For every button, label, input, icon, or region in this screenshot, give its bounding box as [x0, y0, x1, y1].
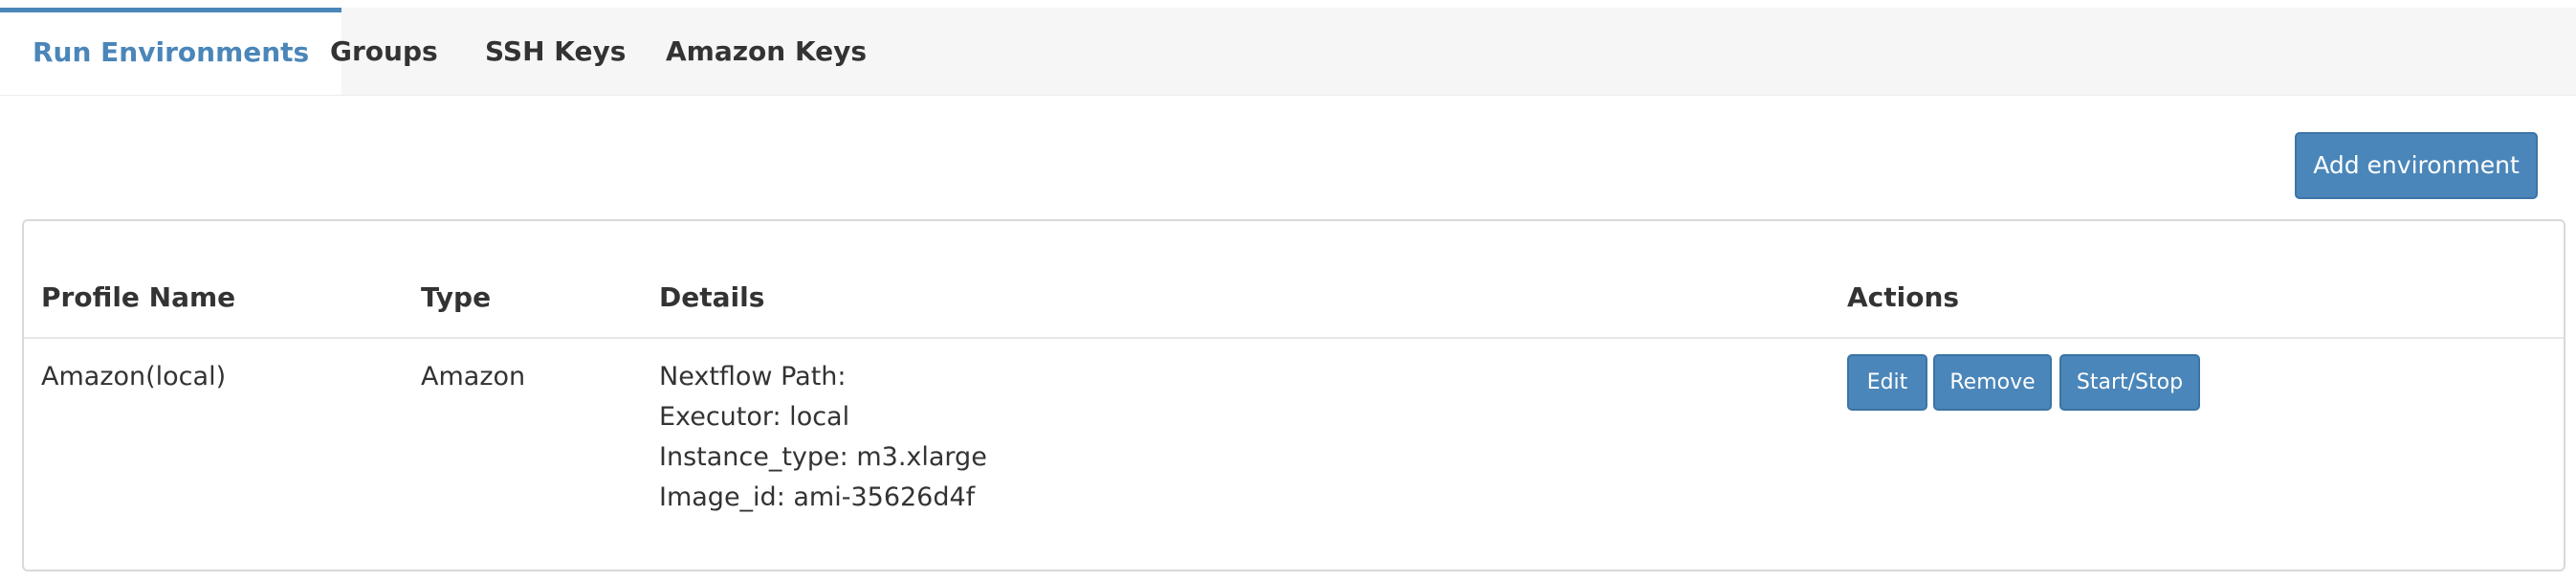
- start-stop-button[interactable]: Start/Stop: [2059, 354, 2200, 411]
- tab-groups[interactable]: Groups: [297, 8, 471, 95]
- edit-button[interactable]: Edit: [1847, 354, 1927, 411]
- tab-ssh-keys[interactable]: SSH Keys: [452, 8, 658, 95]
- remove-button[interactable]: Remove: [1933, 354, 2052, 411]
- profile-name-cell: Amazon(local): [41, 362, 227, 392]
- column-header-profile-name: Profile Name: [41, 281, 236, 313]
- add-environment-button[interactable]: Add environment: [2295, 132, 2538, 199]
- environments-panel: Profile Name Type Details Actions Amazon…: [22, 219, 2565, 571]
- tab-bar: Run Environments Groups SSH Keys Amazon …: [0, 8, 2576, 96]
- header-divider: [24, 337, 2564, 339]
- details-executor: Executor: local: [659, 402, 850, 432]
- tab-amazon-keys[interactable]: Amazon Keys: [633, 8, 899, 95]
- details-instance-type: Instance_type: m3.xlarge: [659, 442, 987, 472]
- details-image-id: Image_id: ami-35626d4f: [659, 482, 976, 512]
- tab-run-environments[interactable]: Run Environments: [0, 8, 342, 95]
- column-header-actions: Actions: [1847, 281, 1960, 313]
- details-nextflow-path: Nextflow Path:: [659, 362, 847, 392]
- type-cell: Amazon: [421, 362, 526, 392]
- column-header-type: Type: [421, 281, 492, 313]
- column-header-details: Details: [659, 281, 765, 313]
